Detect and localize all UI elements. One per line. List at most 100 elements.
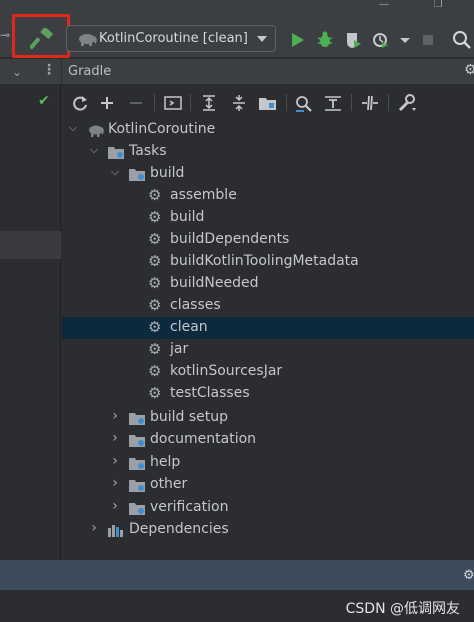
chevron-right-icon[interactable]: ›	[108, 475, 122, 491]
analyze-dependencies-icon[interactable]	[294, 94, 314, 112]
gradle-toolbar	[62, 86, 474, 118]
tree-task-test-classes[interactable]: ⚙ testClasses	[62, 383, 474, 405]
toggle-offline-mode-icon[interactable]	[323, 94, 343, 112]
skip-tests-icon[interactable]	[360, 94, 380, 112]
tree-task-build-kotlin-tooling-metadata[interactable]: ⚙ buildKotlinToolingMetadata	[62, 251, 474, 273]
task-folder-icon	[129, 458, 145, 470]
build-tool-settings-icon[interactable]	[397, 94, 417, 112]
left-side-panel: ⌄ ⋮ ✔	[0, 59, 61, 560]
chevron-right-icon[interactable]: ›	[108, 453, 122, 469]
toolbar-separator	[154, 94, 155, 111]
tree-node-label: KotlinCoroutine	[108, 121, 216, 137]
tree-task-label: assemble	[170, 187, 237, 203]
collapse-all-icon[interactable]	[229, 94, 249, 112]
tree-task-kotlin-sources-jar[interactable]: ⚙ kotlinSourcesJar	[62, 361, 474, 383]
tree-task-label: buildNeeded	[170, 275, 259, 291]
tree-node-project[interactable]: ⌵ KotlinCoroutine	[62, 119, 474, 141]
tree-node-label: build setup	[150, 409, 229, 425]
gear-icon[interactable]: ⚙	[464, 62, 474, 78]
task-folder-icon	[129, 503, 145, 515]
tree-node-label: Tasks	[129, 143, 167, 159]
minimize-icon[interactable]: —	[374, 0, 394, 12]
tree-task-jar[interactable]: ⚙ jar	[62, 339, 474, 361]
footer-area: CSDN @低调网友	[0, 590, 474, 622]
gear-icon: ⚙	[148, 340, 162, 358]
tree-task-build-dependents[interactable]: ⚙ buildDependents	[62, 229, 474, 251]
chevron-down-icon[interactable]: ⌄	[12, 65, 22, 79]
bottom-tool-window-bar: ⚙	[0, 560, 474, 590]
tree-task-label: buildKotlinToolingMetadata	[170, 253, 359, 269]
gear-icon: ⚙	[148, 318, 162, 336]
remove-icon[interactable]	[126, 94, 146, 112]
task-folder-icon	[129, 169, 145, 181]
tree-task-classes[interactable]: ⚙ classes	[62, 295, 474, 317]
chevron-down-icon[interactable]: ⌵	[66, 121, 80, 135]
task-folder-icon	[129, 435, 145, 447]
csdn-watermark: CSDN @低调网友	[345, 601, 460, 617]
expand-all-icon[interactable]	[199, 94, 219, 112]
chevron-down-icon[interactable]	[395, 30, 415, 50]
task-folder-icon	[129, 413, 145, 425]
tree-node-label: documentation	[150, 431, 257, 447]
gear-icon: ⚙	[148, 384, 162, 402]
gear-icon: ⚙	[148, 186, 162, 204]
tree-node-verification[interactable]: › verification	[62, 497, 474, 519]
search-icon[interactable]	[452, 30, 472, 50]
gradle-tool-window: Gradle ⚙ ⌵ KotlinCoroutine ⌵ Tasks ⌵ bui…	[62, 59, 474, 560]
add-icon[interactable]	[97, 94, 117, 112]
gear-icon: ⚙	[148, 362, 162, 380]
elephant-icon	[79, 34, 97, 46]
window-title-bar: — ❐	[0, 0, 474, 14]
tree-task-label: build	[170, 209, 205, 225]
maximize-icon[interactable]: ❐	[428, 0, 448, 12]
tree-task-build-needed[interactable]: ⚙ buildNeeded	[62, 273, 474, 295]
tree-node-label: build	[150, 165, 185, 181]
tree-task-label: testClasses	[170, 385, 250, 401]
tree-task-label: buildDependents	[170, 231, 290, 247]
chevron-down-icon[interactable]: ⌵	[87, 143, 101, 157]
chevron-right-icon[interactable]: ›	[87, 520, 101, 536]
debug-icon[interactable]	[315, 30, 335, 50]
tree-node-tasks[interactable]: ⌵ Tasks	[62, 141, 474, 163]
more-options-icon[interactable]: ⋮	[42, 62, 56, 78]
tree-task-label: clean	[170, 319, 208, 335]
chevron-right-icon[interactable]: ›	[108, 430, 122, 446]
tree-task-build[interactable]: ⚙ build	[62, 207, 474, 229]
tree-node-build-group[interactable]: ⌵ build	[62, 163, 474, 185]
reload-icon[interactable]	[70, 94, 90, 112]
tree-node-other[interactable]: › other	[62, 474, 474, 496]
chevron-right-icon[interactable]: ›	[108, 408, 122, 424]
gear-icon: ⚙	[148, 230, 162, 248]
main-toolbar: ⊸ KotlinCoroutine [clean]	[0, 14, 474, 58]
toolbar-separator	[190, 94, 191, 111]
execute-task-icon[interactable]	[163, 94, 183, 112]
profiler-icon[interactable]	[371, 30, 391, 50]
tree-task-label: classes	[170, 297, 221, 313]
dependencies-icon	[108, 525, 123, 537]
task-folder-icon	[129, 480, 145, 492]
gear-icon[interactable]: ⚙	[463, 568, 474, 583]
tree-task-assemble[interactable]: ⚙ assemble	[62, 185, 474, 207]
toolbar-separator	[351, 94, 352, 111]
chevron-right-icon[interactable]: ›	[108, 498, 122, 514]
stop-icon[interactable]	[418, 30, 438, 50]
tree-node-label: other	[150, 476, 188, 492]
tree-node-dependencies[interactable]: › Dependencies	[62, 519, 474, 541]
gear-icon: ⚙	[148, 208, 162, 226]
gear-icon: ⚙	[148, 252, 162, 270]
gear-icon: ⚙	[148, 296, 162, 314]
checkmark-icon: ✔	[38, 93, 50, 109]
run-configuration-label: KotlinCoroutine [clean]	[99, 31, 248, 46]
tree-task-clean-selected[interactable]: ⚙ clean	[62, 317, 474, 339]
tree-task-label: jar	[170, 341, 189, 357]
build-hammer-icon[interactable]	[30, 28, 56, 52]
group-tasks-icon[interactable]	[258, 94, 278, 112]
run-icon[interactable]	[287, 30, 307, 50]
run-configuration-select[interactable]: KotlinCoroutine [clean]	[66, 25, 276, 52]
tree-node-label: help	[150, 454, 181, 470]
run-with-coverage-icon[interactable]	[343, 30, 363, 50]
tree-node-build-setup[interactable]: › build setup	[62, 407, 474, 429]
tree-node-documentation[interactable]: › documentation	[62, 429, 474, 451]
tree-node-help[interactable]: › help	[62, 452, 474, 474]
chevron-down-icon[interactable]: ⌵	[108, 165, 122, 179]
